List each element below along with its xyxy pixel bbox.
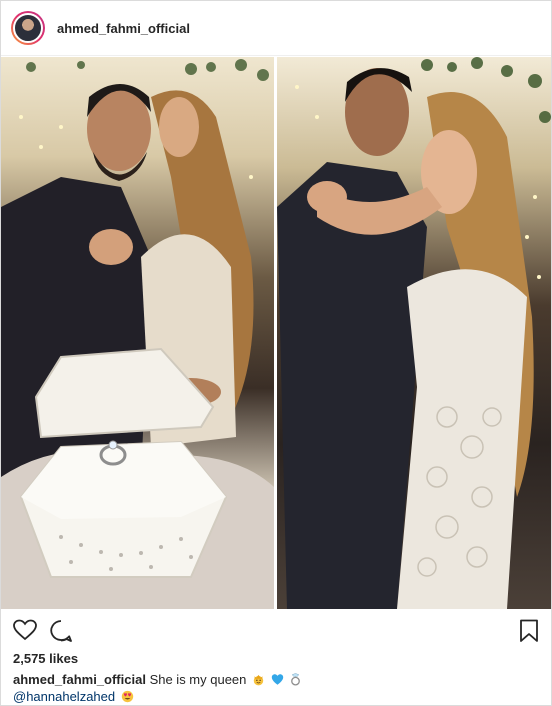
caption: ahmed_fahmi_official She is my queen @ha… <box>13 671 543 705</box>
caption-username[interactable]: ahmed_fahmi_official <box>13 672 146 687</box>
instagram-post: ahmed_fahmi_official 2,575 likes ahmed_f… <box>0 0 552 706</box>
post-header: ahmed_fahmi_official <box>1 1 551 56</box>
header-username[interactable]: ahmed_fahmi_official <box>57 21 190 36</box>
caption-mention[interactable]: @hannahelzahed <box>13 689 115 704</box>
avatar[interactable] <box>11 11 45 45</box>
crowned-face-emoji-icon <box>253 675 264 686</box>
blue-heart-emoji-icon <box>271 674 283 685</box>
bookmark-icon[interactable] <box>519 619 539 643</box>
photo-left-illustration <box>1 59 274 609</box>
photo-left <box>1 57 274 609</box>
action-bar <box>1 613 551 649</box>
photo-right-illustration <box>277 57 551 609</box>
photo-right <box>277 57 551 609</box>
ring-emoji-icon <box>291 673 301 686</box>
heart-eyes-emoji-icon <box>121 690 133 703</box>
avatar-image <box>13 13 43 43</box>
heart-outline-icon[interactable] <box>13 619 37 641</box>
post-media[interactable] <box>1 57 551 609</box>
caption-text: She is my queen <box>149 672 247 687</box>
likes-count[interactable]: 2,575 likes <box>13 651 78 666</box>
speech-bubble-icon[interactable] <box>49 619 73 643</box>
